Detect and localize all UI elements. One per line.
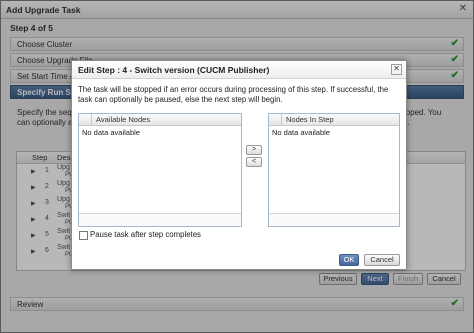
list-footer [269,213,399,226]
available-nodes-header: Available Nodes [79,114,241,126]
dialog-cancel-button[interactable]: Cancel [364,254,400,266]
close-icon[interactable]: ✕ [391,64,402,75]
pause-checkbox[interactable] [79,231,88,240]
move-right-button[interactable]: > [246,145,262,155]
nodes-in-step-title: Nodes In Step [286,115,334,124]
move-left-button[interactable]: < [246,157,262,167]
dialog-message: The task will be stopped if an error occ… [78,85,389,104]
pause-label: Pause task after step completes [90,230,201,239]
list-footer [79,213,241,226]
select-all-checkbox[interactable] [269,114,282,125]
dialog-title: Edit Step : 4 - Switch version (CUCM Pub… [78,65,270,75]
dialog-titlebar: Edit Step : 4 - Switch version (CUCM Pub… [72,61,406,79]
empty-message: No data available [272,128,330,137]
ok-button[interactable]: OK [339,254,359,266]
select-all-checkbox[interactable] [79,114,92,125]
edit-step-dialog: Edit Step : 4 - Switch version (CUCM Pub… [71,60,407,270]
empty-message: No data available [82,128,140,137]
available-nodes-title: Available Nodes [96,115,151,124]
available-nodes-list[interactable]: Available Nodes No data available [78,113,242,227]
nodes-in-step-list[interactable]: Nodes In Step No data available [268,113,400,227]
nodes-in-step-header: Nodes In Step [269,114,399,126]
